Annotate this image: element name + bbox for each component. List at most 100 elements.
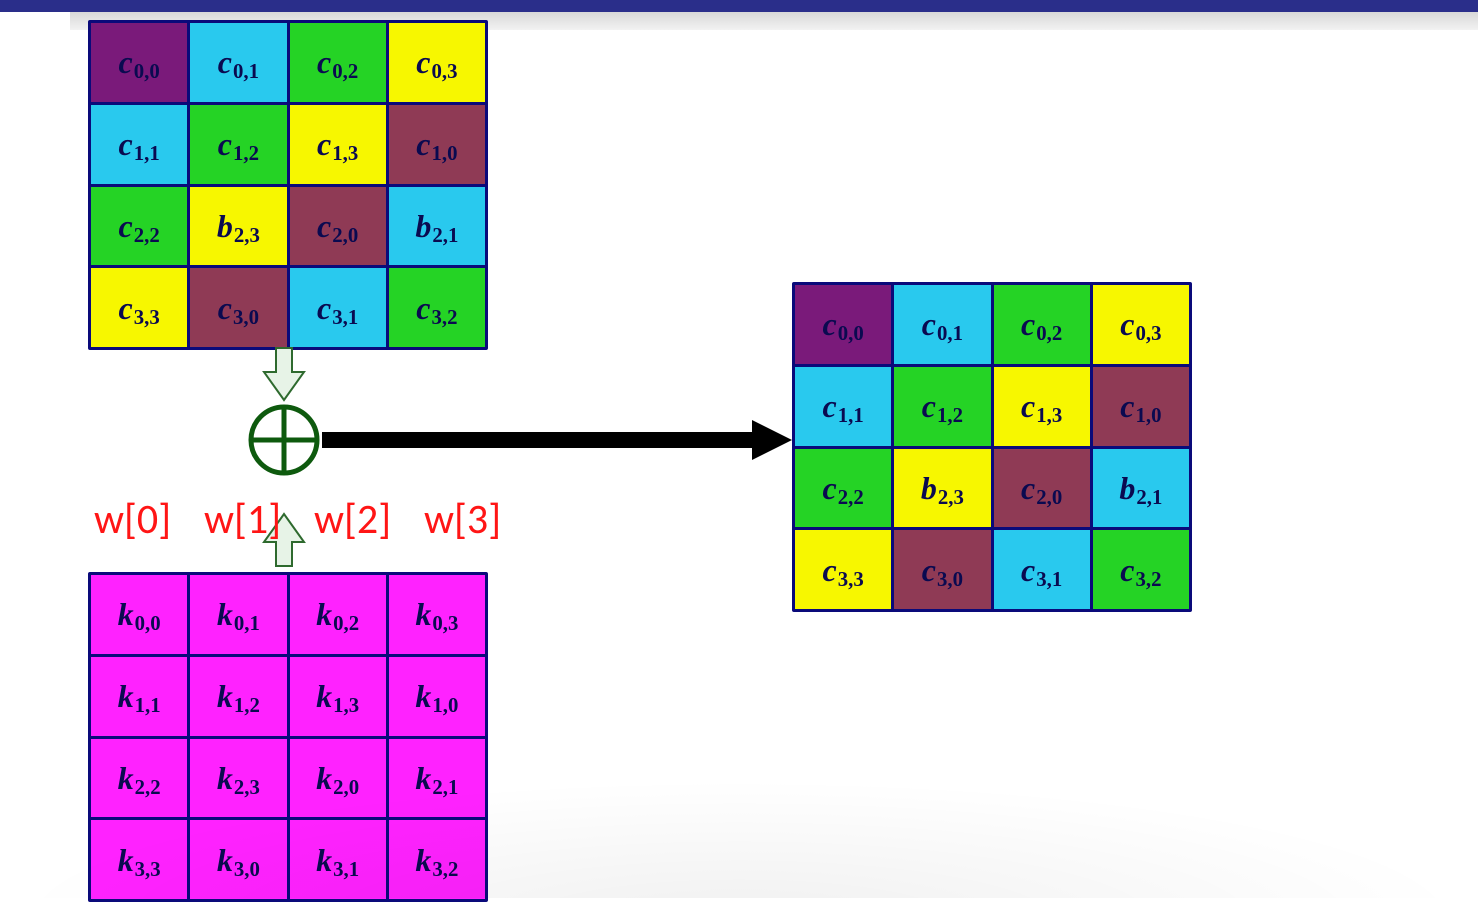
round-key-matrix: k0,0k0,1k0,2k0,3k1,1k1,2k1,3k1,0k2,2k2,3… <box>88 572 488 902</box>
matrix-cell: c1,1 <box>795 367 891 446</box>
cell-subscript: 2,0 <box>333 778 359 799</box>
matrix-cell: c3,2 <box>389 268 485 347</box>
cell-letter: c <box>317 128 331 160</box>
cell-letter: k <box>217 680 233 712</box>
matrix-cell: k3,3 <box>91 820 187 899</box>
cell-letter: b <box>415 210 431 242</box>
matrix-cell: k0,1 <box>190 575 286 654</box>
cell-letter: k <box>415 844 431 876</box>
cell-subscript: 2,0 <box>332 226 358 247</box>
cell-letter: c <box>119 46 133 78</box>
cell-subscript: 1,2 <box>937 406 963 427</box>
matrix-cell: c3,1 <box>290 268 386 347</box>
matrix-cell: c1,3 <box>290 105 386 184</box>
cell-letter: c <box>823 308 837 340</box>
matrix-cell: b2,1 <box>1093 449 1189 528</box>
cell-letter: c <box>922 390 936 422</box>
cell-letter: c <box>317 210 331 242</box>
state-matrix: c0,0c0,1c0,2c0,3c1,1c1,2c1,3c1,0c2,2b2,3… <box>88 20 488 350</box>
cell-letter: b <box>921 472 937 504</box>
cell-letter: c <box>416 46 430 78</box>
matrix-cell: c0,1 <box>190 23 286 102</box>
matrix-cell: c3,3 <box>91 268 187 347</box>
cell-letter: k <box>217 844 233 876</box>
cell-subscript: 1,3 <box>332 144 358 165</box>
cell-subscript: 1,1 <box>838 406 864 427</box>
cell-letter: k <box>415 680 431 712</box>
cell-subscript: 3,3 <box>838 570 864 591</box>
matrix-cell: c0,2 <box>290 23 386 102</box>
cell-subscript: 0,0 <box>135 614 161 635</box>
cell-subscript: 2,3 <box>938 488 964 509</box>
cell-letter: c <box>317 46 331 78</box>
cell-letter: k <box>316 598 332 630</box>
matrix-cell: k0,0 <box>91 575 187 654</box>
cell-subscript: 0,0 <box>838 324 864 345</box>
result-matrix: c0,0c0,1c0,2c0,3c1,1c1,2c1,3c1,0c2,2b2,3… <box>792 282 1192 612</box>
cell-letter: k <box>415 762 431 794</box>
matrix-cell: c3,0 <box>190 268 286 347</box>
cell-subscript: 2,1 <box>432 778 458 799</box>
arrow-xor-to-result <box>322 418 792 462</box>
matrix-cell: c1,0 <box>389 105 485 184</box>
cell-letter: b <box>1119 472 1135 504</box>
cell-subscript: 0,3 <box>432 614 458 635</box>
matrix-cell: c0,0 <box>91 23 187 102</box>
cell-subscript: 2,2 <box>135 778 161 799</box>
cell-subscript: 2,3 <box>234 778 260 799</box>
cell-letter: k <box>118 762 134 794</box>
cell-subscript: 1,2 <box>234 696 260 717</box>
cell-letter: c <box>823 472 837 504</box>
cell-subscript: 0,3 <box>431 62 457 83</box>
cell-letter: c <box>218 292 232 324</box>
matrix-cell: k2,0 <box>290 739 386 818</box>
matrix-cell: c0,2 <box>994 285 1090 364</box>
cell-letter: c <box>1021 472 1035 504</box>
matrix-cell: c3,0 <box>894 530 990 609</box>
matrix-cell: k3,1 <box>290 820 386 899</box>
w-label-3: w[3] <box>424 494 524 545</box>
cell-letter: c <box>1120 554 1134 586</box>
cell-letter: k <box>217 762 233 794</box>
cell-subscript: 3,2 <box>431 308 457 329</box>
matrix-cell: k3,0 <box>190 820 286 899</box>
cell-subscript: 3,1 <box>1036 570 1062 591</box>
cell-letter: c <box>416 128 430 160</box>
matrix-cell: b2,3 <box>894 449 990 528</box>
matrix-cell: c2,0 <box>290 187 386 266</box>
matrix-cell: b2,1 <box>389 187 485 266</box>
matrix-cell: c1,3 <box>994 367 1090 446</box>
cell-subscript: 1,1 <box>135 696 161 717</box>
cell-subscript: 1,2 <box>233 144 259 165</box>
cell-letter: c <box>823 390 837 422</box>
matrix-cell: b2,3 <box>190 187 286 266</box>
cell-letter: c <box>218 46 232 78</box>
w-label-2: w[2] <box>314 494 414 545</box>
cell-subscript: 2,1 <box>1136 488 1162 509</box>
matrix-cell: c1,1 <box>91 105 187 184</box>
w-label-1: w[1] <box>204 494 304 545</box>
cell-letter: c <box>922 554 936 586</box>
cell-letter: c <box>119 292 133 324</box>
cell-letter: c <box>1021 390 1035 422</box>
cell-letter: k <box>217 598 233 630</box>
cell-subscript: 0,2 <box>333 614 359 635</box>
cell-subscript: 2,2 <box>838 488 864 509</box>
matrix-cell: c2,2 <box>795 449 891 528</box>
cell-letter: c <box>1021 308 1035 340</box>
cell-subscript: 0,2 <box>1036 324 1062 345</box>
cell-subscript: 1,1 <box>134 144 160 165</box>
cell-letter: c <box>1120 390 1134 422</box>
matrix-cell: c0,3 <box>389 23 485 102</box>
cell-letter: k <box>316 844 332 876</box>
cell-subscript: 0,1 <box>233 62 259 83</box>
cell-letter: c <box>119 210 133 242</box>
cell-subscript: 1,0 <box>431 144 457 165</box>
matrix-cell: c2,0 <box>994 449 1090 528</box>
cell-subscript: 3,2 <box>1135 570 1161 591</box>
cell-subscript: 0,1 <box>234 614 260 635</box>
matrix-cell: c3,2 <box>1093 530 1189 609</box>
cell-subscript: 1,3 <box>1036 406 1062 427</box>
cell-letter: c <box>119 128 133 160</box>
cell-subscript: 0,1 <box>937 324 963 345</box>
